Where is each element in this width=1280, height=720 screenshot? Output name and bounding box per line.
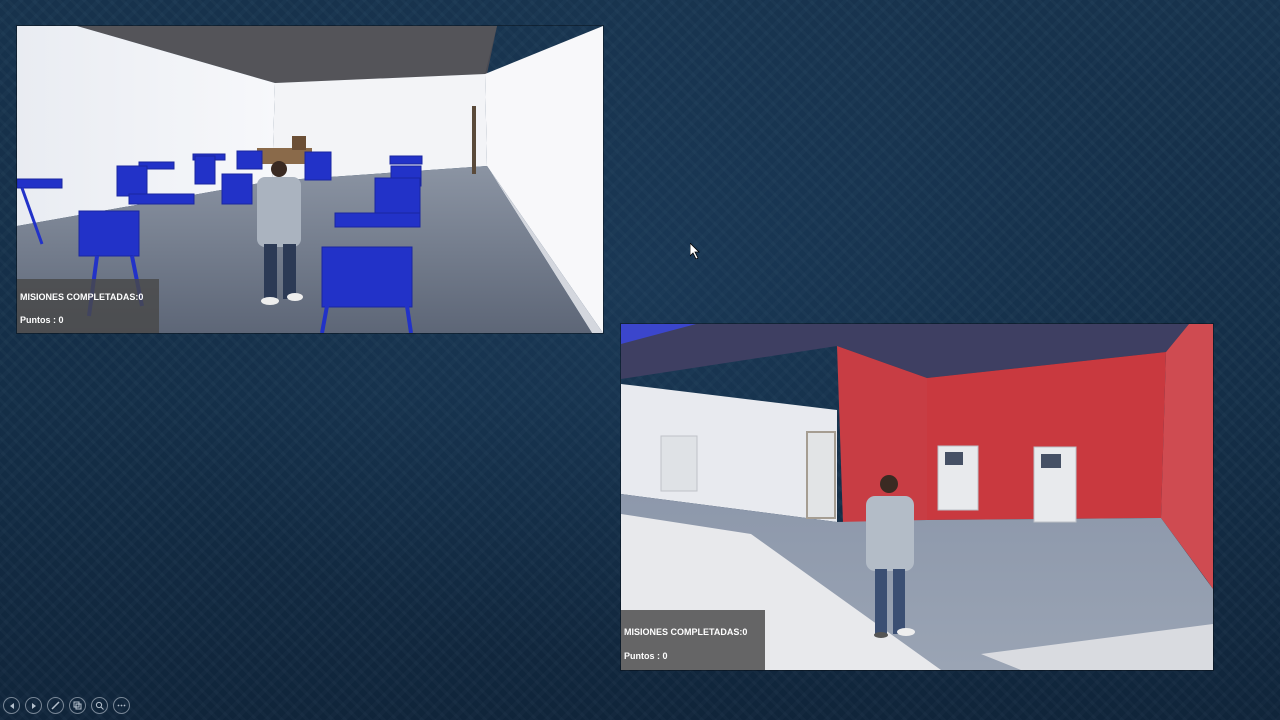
zoom-icon[interactable]: [91, 697, 108, 714]
hud-panel: MISIONES COMPLETADAS:0 Puntos : 0: [17, 279, 159, 333]
pen-icon[interactable]: [47, 697, 64, 714]
next-icon[interactable]: [25, 697, 42, 714]
points-label: Puntos : 0: [624, 651, 668, 661]
more-icon[interactable]: [113, 697, 130, 714]
previous-icon[interactable]: [3, 697, 20, 714]
slides-icon[interactable]: [69, 697, 86, 714]
missions-completed-label: MISIONES COMPLETADAS:0: [20, 292, 144, 302]
mouse-cursor-icon: [690, 243, 700, 259]
game-viewport-classroom: MISIONES COMPLETADAS:0 Puntos : 0: [17, 26, 603, 333]
missions-completed-label: MISIONES COMPLETADAS:0: [624, 627, 748, 637]
points-label: Puntos : 0: [20, 315, 64, 325]
presenter-toolbar: [3, 697, 130, 717]
game-viewport-atm-room: MISIONES COMPLETADAS:0 Puntos : 0: [621, 324, 1213, 670]
hud-panel: MISIONES COMPLETADAS:0 Puntos : 0: [621, 610, 765, 670]
